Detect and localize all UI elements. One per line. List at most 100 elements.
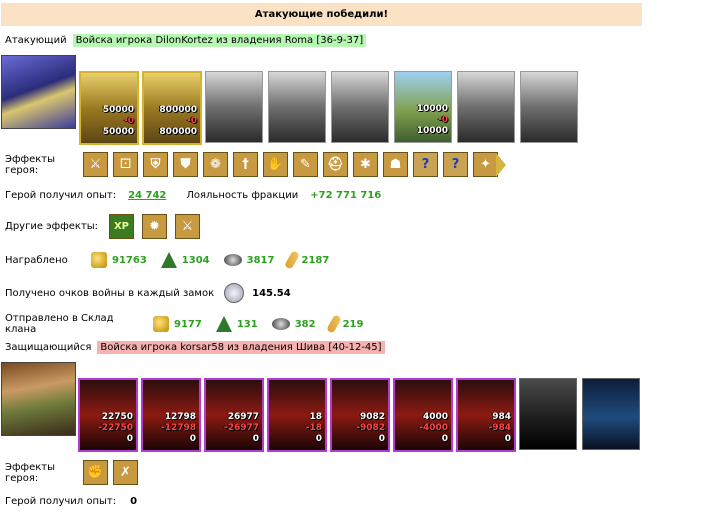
other-effects-row: Другие эффекты: XP ✹ ⚔ — [5, 214, 200, 239]
loot-wood: 1304 — [181, 254, 210, 266]
defender-effects-label: Эффекты героя: — [5, 461, 55, 484]
clan-gold: 9177 — [174, 318, 202, 330]
sword-icon[interactable]: † — [233, 152, 258, 177]
clan-row: Отправлено в Склад клана 9177 131 382 21… — [5, 313, 363, 335]
xp-icon[interactable]: XP — [109, 214, 134, 239]
attacker-unit-count: 10000 — [416, 126, 448, 136]
clan-wood: 131 — [236, 318, 258, 330]
sword-icon[interactable]: ⚔ — [175, 214, 200, 239]
defender-tag[interactable]: Войска игрока korsar58 из владения Шива … — [97, 341, 385, 354]
swords-icon[interactable]: ⚔ — [83, 152, 108, 177]
defender-unit-slot[interactable]: 984 -984 0 — [456, 378, 516, 452]
defender-unit-slot[interactable] — [582, 378, 640, 450]
exp-label: Герой получил опыт: — [5, 190, 117, 201]
loyalty-label: Лояльность фракции — [186, 190, 299, 201]
dice-icon[interactable]: ⚀ — [113, 152, 138, 177]
attacker-unit-count: -0 — [124, 116, 134, 126]
pouch-icon[interactable]: ❁ — [203, 152, 228, 177]
attacker-unit-count: 10000 — [416, 104, 448, 114]
attacker-effects-icons: ⚔ ⚀ ⛨ ⛊ ❁ † ✋ ✎ ⛑ ✱ ☗?? ✦ — [83, 152, 498, 177]
web-icon[interactable]: ✱ — [353, 152, 378, 177]
scroll-icon[interactable]: ✎ — [293, 152, 318, 177]
defender-unit-count: -18 — [305, 423, 322, 433]
attacker-unit-count: 50000 — [102, 127, 134, 137]
clan-wheat: 219 — [342, 318, 364, 330]
defender-unit-count: -12798 — [160, 423, 196, 433]
attacker-tag[interactable]: Войска игрока DilonKortez из владения Ro… — [72, 34, 367, 47]
exp-value-link[interactable]: 24 742 — [128, 190, 166, 201]
defender-unit-count: 0 — [126, 434, 133, 444]
defender-unit-slot[interactable]: 18 -18 0 — [267, 378, 327, 452]
defender-unit-slot[interactable]: 12798 -12798 0 — [141, 378, 201, 452]
shield-icon[interactable]: ⛨ — [143, 152, 168, 177]
defender-unit-count: -984 — [488, 423, 511, 433]
defender-unit-count: 9082 — [359, 412, 385, 422]
wood-icon — [215, 316, 232, 332]
defender-unit-slot[interactable] — [519, 378, 577, 450]
loot-row: Награблено 91763 1304 3817 2187 — [5, 250, 329, 270]
wheat-icon — [325, 314, 342, 334]
attacker-unit-slot[interactable]: 10000 -0 10000 — [394, 71, 452, 143]
defender-unit-slot[interactable]: 26977 -26977 0 — [204, 378, 264, 452]
gold-icon — [91, 252, 107, 268]
defender-exp-value: 0 — [130, 496, 138, 507]
defender-unit-count: 22750 — [101, 412, 133, 422]
mask-icon[interactable]: ☗ — [383, 152, 408, 177]
loot-gold: 91763 — [112, 254, 147, 266]
attacker-label: Атакующий — [5, 35, 67, 46]
defender-unit-count: 0 — [252, 434, 259, 444]
defender-effects-icons: ✊ ✗ — [83, 460, 138, 485]
wheat-icon — [284, 250, 301, 270]
defender-unit-count: 984 — [492, 412, 511, 422]
handshake-icon[interactable]: ✋ — [263, 152, 288, 177]
battle-result-banner: Атакующие победили! — [1, 3, 642, 26]
attacker-unit-slot[interactable]: 50000 -0 50000 — [79, 71, 139, 145]
attacker-unit-count: -0 — [187, 116, 197, 126]
question-icon[interactable]: ? — [413, 152, 438, 177]
defender-unit-count: 26977 — [227, 412, 259, 422]
defender-exp-row: Герой получил опыт: 0 — [5, 496, 137, 507]
attacker-unit-slot[interactable] — [520, 71, 578, 143]
wand-icon[interactable]: ✦ — [473, 152, 498, 177]
war-points-label: Получено очков войны в каждый замок — [5, 287, 215, 299]
question-icon[interactable]: ? — [443, 152, 468, 177]
ore-icon — [271, 318, 290, 330]
scroll-right-arrow-icon[interactable] — [496, 152, 506, 177]
attacker-unit-slot[interactable]: 800000 -0 800000 — [142, 71, 202, 145]
shield-sword-icon[interactable]: ⛊ — [173, 152, 198, 177]
dynamite-icon[interactable]: ✹ — [142, 214, 167, 239]
defender-effects-row: Эффекты героя: ✊ ✗ — [5, 460, 138, 485]
defender-unit-count: -26977 — [223, 423, 259, 433]
defender-unit-slot[interactable]: 22750 -22750 0 — [78, 378, 138, 452]
defender-unit-count: 0 — [441, 434, 448, 444]
attacker-unit-slot[interactable] — [268, 71, 326, 143]
attacker-hero-portrait[interactable] — [1, 55, 76, 129]
attacker-unit-slot[interactable] — [457, 71, 515, 143]
attacker-unit-count: 50000 — [102, 105, 134, 115]
attacker-effects-label: Эффекты героя: — [5, 153, 55, 176]
war-points-value: 145.54 — [252, 287, 291, 299]
attacker-unit-count: -0 — [438, 115, 448, 125]
defender-hero-portrait[interactable] — [1, 362, 76, 436]
attacker-exp-row: Герой получил опыт: 24 742 Лояльность фр… — [5, 190, 381, 201]
defender-unit-count: 0 — [378, 434, 385, 444]
attacker-row: Атакующий Войска игрока DilonKortez из в… — [5, 34, 367, 47]
gauntlet-icon[interactable]: ✊ — [83, 460, 108, 485]
defender-unit-count: 4000 — [422, 412, 448, 422]
defender-unit-count: -4000 — [419, 423, 448, 433]
loot-label: Награблено — [5, 254, 68, 266]
defender-label: Защищающийся — [5, 342, 92, 353]
defender-exp-label: Герой получил опыт: — [5, 496, 117, 507]
loyalty-value: +72 771 716 — [310, 190, 382, 201]
ore-icon — [223, 254, 242, 266]
defender-unit-count: 0 — [315, 434, 322, 444]
attacker-unit-slot[interactable] — [331, 71, 389, 143]
defender-unit-slot[interactable]: 9082 -9082 0 — [330, 378, 390, 452]
defender-unit-count: 18 — [309, 412, 322, 422]
defender-unit-slot[interactable]: 4000 -4000 0 — [393, 378, 453, 452]
clan-ore: 382 — [294, 318, 316, 330]
crossed-swords-icon[interactable]: ✗ — [113, 460, 138, 485]
defender-unit-count: -22750 — [97, 423, 133, 433]
helmet-icon[interactable]: ⛑ — [323, 152, 348, 177]
attacker-unit-slot[interactable] — [205, 71, 263, 143]
